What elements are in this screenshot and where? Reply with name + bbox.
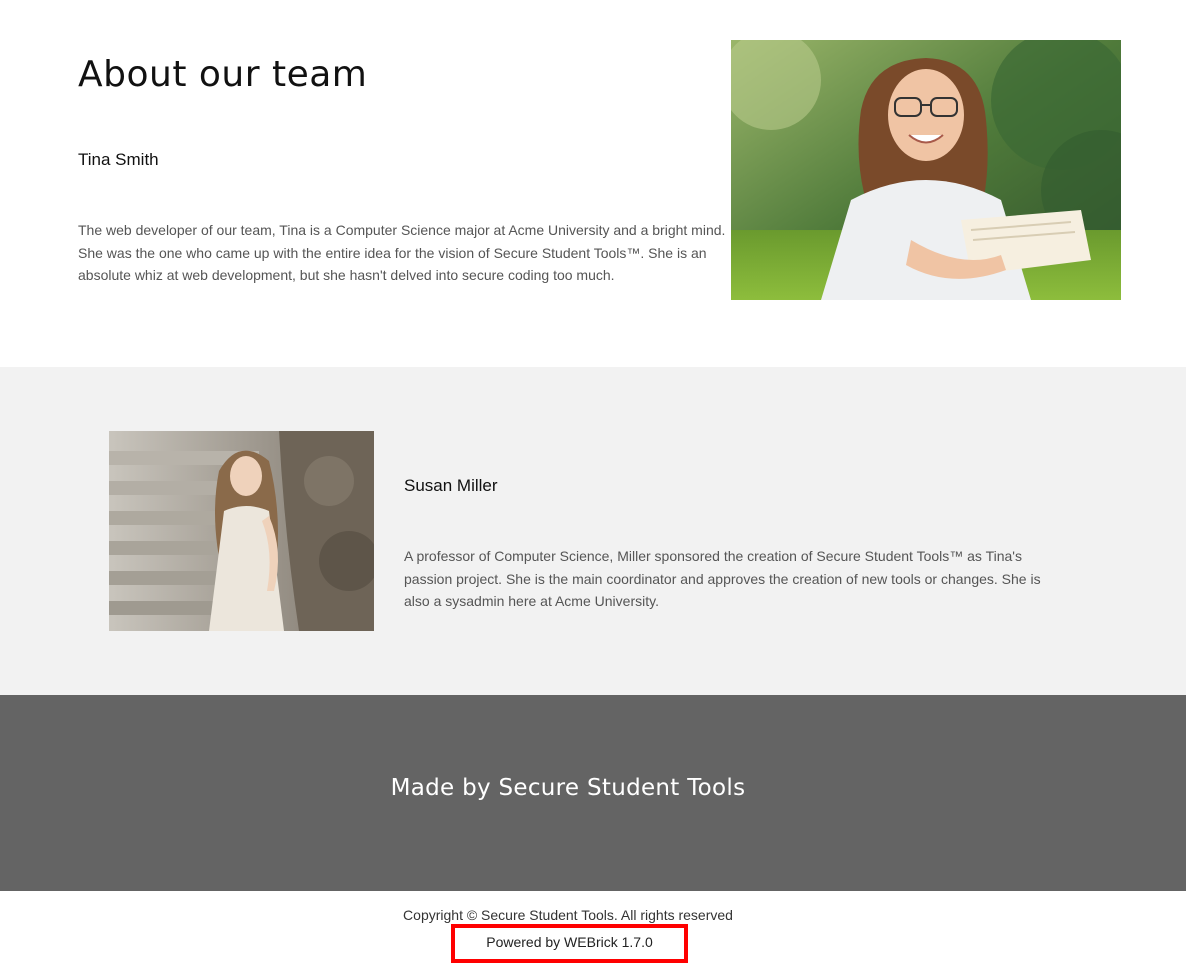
- copyright-text: Copyright © Secure Student Tools. All ri…: [403, 907, 733, 923]
- member-bio-tina: The web developer of our team, Tina is a…: [78, 222, 726, 283]
- powered-by-text: Powered by WEBrick 1.7.0: [451, 924, 688, 963]
- page-title: About our team: [78, 54, 368, 95]
- footer-title: Made by Secure Student Tools: [390, 775, 746, 801]
- tina-photo: [731, 40, 1121, 300]
- member-name-susan: Susan Miller: [404, 476, 498, 495]
- member-bio-susan: A professor of Computer Science, Miller …: [404, 548, 1041, 609]
- susan-photo: [109, 431, 374, 631]
- member-name-tina: Tina Smith: [78, 150, 159, 169]
